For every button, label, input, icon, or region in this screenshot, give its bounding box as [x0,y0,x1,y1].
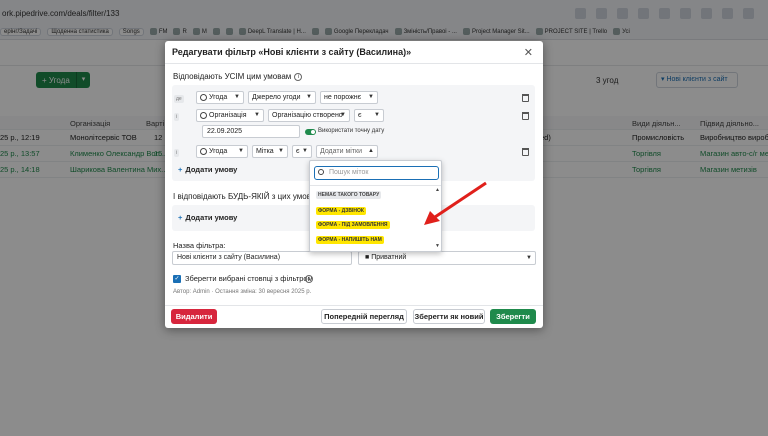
operator-select[interactable]: не порожнє ▼ [320,91,378,104]
entity-select[interactable]: Організація ▼ [196,109,264,122]
deal-icon [200,147,207,155]
trash-icon[interactable] [522,148,529,156]
plus-icon: + [178,213,183,222]
label-option[interactable]: ФОРМА - ДЗВІНОК [316,207,366,215]
field-select[interactable]: Організацію створено ▼ [268,109,350,122]
exact-date-label: Використати точну дату [318,128,385,134]
save-button[interactable]: Зберегти [490,309,536,324]
chevron-down-icon: ▼ [278,148,284,154]
trash-icon[interactable] [522,94,529,102]
info-icon[interactable]: i [305,275,313,283]
search-icon [318,169,324,175]
chevron-down-icon: ▼ [368,94,374,100]
plus-icon: + [178,165,183,174]
visibility-select[interactable]: ■ Приватний ▼ [358,251,536,265]
modal-title: Редагувати фільтр «Нові клієнти з сайту … [172,47,412,57]
exact-date-toggle[interactable] [305,129,316,135]
entity-select[interactable]: Угода ▼ [196,91,244,104]
chevron-down-icon: ▼ [234,94,240,100]
deal-icon [200,93,207,101]
condition-tag: і [174,149,180,157]
chevron-down-icon: ▼ [302,148,308,154]
divider [165,63,543,64]
filter-name-input[interactable]: Нові клієнти з сайту (Василина) [172,251,352,265]
arrow-shaft [431,181,487,221]
any-conditions-label: І відповідають БУДЬ-ЯКІЙ з цих умовi [173,192,322,201]
filter-name-label: Назва фільтра: [173,241,226,250]
operator-select[interactable]: є ▼ [292,145,312,158]
chevron-down-icon: ▼ [306,94,312,100]
condition-tag: де [174,95,184,103]
condition-tag: і [174,113,180,121]
all-conditions-label: Відповідають УСІМ цим умовам i [173,72,303,81]
add-condition-button[interactable]: + Додати умову [178,213,237,222]
label-option[interactable]: НЕМАЄ ТАКОГО ТОВАРУ [316,191,382,199]
chevron-down-icon: ▼ [238,148,244,154]
field-select[interactable]: Джерело угоди ▼ [248,91,316,104]
chevron-down-icon: ▼ [374,112,380,118]
add-condition-button[interactable]: + Додати умову [178,165,237,174]
chevron-up-icon: ▲ [368,148,374,154]
labels-search-input[interactable]: Пошук міток [314,166,439,180]
date-input[interactable]: 22.09.2025 [202,125,300,138]
chevron-down-icon: ▼ [526,255,532,261]
scroll-down-icon[interactable]: ▼ [435,243,440,249]
label-option[interactable]: ФОРМА - НАПИШІТЬ НАМ [316,236,384,244]
close-icon[interactable]: ✕ [524,46,533,59]
label-option[interactable]: ФОРМА - ПІД ЗАМОВЛЕННЯ [316,221,390,229]
save-columns-checkbox[interactable]: ✓ [173,275,181,283]
arrow-head [424,211,440,225]
filter-meta: Автор: Admin · Остання зміна: 30 вересня… [173,289,312,295]
info-icon[interactable]: i [294,72,303,81]
trash-icon[interactable] [522,112,529,120]
divider [165,305,543,306]
preview-button[interactable]: Попередній перегляд [321,309,407,324]
delete-button[interactable]: Видалити [171,309,217,324]
chevron-down-icon: ▼ [254,112,260,118]
field-select[interactable]: Мітка ▼ [252,145,288,158]
chevron-down-icon: ▼ [340,112,346,118]
entity-select[interactable]: Угода ▼ [196,145,248,158]
save-columns-label: Зберегти вибрані стовпці з фільтром [185,274,313,283]
annotation-arrow [424,181,487,225]
operator-select[interactable]: є ▼ [354,109,384,122]
labels-select[interactable]: Додати мітки ▲ [316,145,378,158]
organization-icon [200,111,207,119]
save-as-new-button[interactable]: Зберегти як новий [413,309,485,324]
